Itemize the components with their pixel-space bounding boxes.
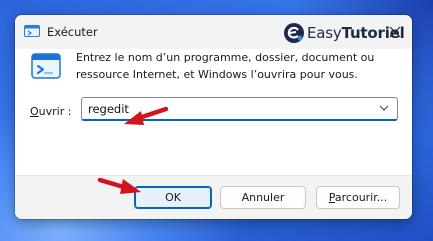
brand-prefix: Easy: [307, 24, 342, 42]
open-input[interactable]: regedit: [88, 102, 129, 116]
window-title: Exécuter: [47, 25, 98, 39]
description-text: Entrez le nom d’un programme, dossier, d…: [76, 51, 375, 81]
title-bar[interactable]: Exécuter EasyTutoriel: [15, 15, 412, 49]
browse-label-rest: arcourir...: [334, 191, 388, 204]
close-icon[interactable]: [387, 24, 403, 40]
button-bar: OK Annuler Parcourir...: [15, 175, 412, 219]
run-app-icon: [24, 25, 40, 37]
chevron-down-icon[interactable]: [379, 104, 389, 112]
dialog-body: Entrez le nom d’un programme, dossier, d…: [15, 49, 412, 219]
open-label-accesskey: O: [30, 105, 39, 118]
open-combobox[interactable]: regedit: [81, 97, 398, 121]
ok-button[interactable]: OK: [134, 186, 212, 209]
open-label: Ouvrir :: [30, 105, 71, 118]
run-dialog-icon: [31, 53, 61, 79]
open-label-rest: uvrir :: [38, 105, 72, 118]
cancel-button[interactable]: Annuler: [220, 186, 306, 209]
browse-button[interactable]: Parcourir...: [316, 186, 400, 209]
run-dialog: Exécuter EasyTutoriel Entrez le nom d’un…: [15, 15, 412, 219]
easytutoriel-logo: [284, 23, 304, 43]
